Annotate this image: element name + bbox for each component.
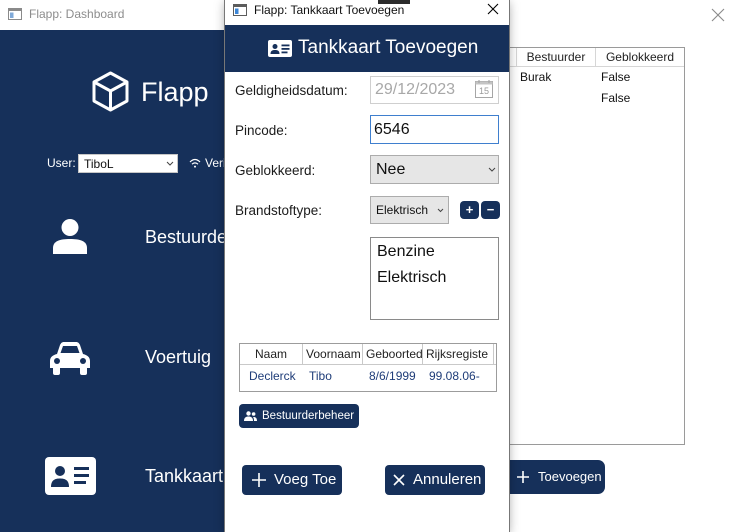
drivers-data-grid[interactable]: Naam Voornaam Geboorted Rijksregiste Dec…	[239, 343, 497, 392]
dialog-heading: Tankkaart Toevoegen	[298, 37, 479, 58]
remove-fuel-type-button[interactable]: −	[481, 201, 500, 219]
tankkaart-data-grid[interactable]: Bestuurder Geblokkeerd Burak False False	[509, 47, 685, 445]
table-cell: Tibo	[309, 369, 332, 383]
dialog-titlebar[interactable]: Flapp: Tankkaart Toevoegen	[225, 0, 509, 22]
voeg-toe-button-label: Voeg Toe	[274, 471, 337, 488]
plus-icon	[517, 471, 529, 483]
grid-header-geblokkeerd[interactable]: Geblokkeerd	[595, 48, 684, 66]
fuel-type-list[interactable]: Benzine Elektrisch	[370, 237, 499, 320]
user-select[interactable]: TiboL	[78, 154, 178, 173]
add-card-dialog: Flapp: Tankkaart Toevoegen Tankkaart Toe…	[225, 0, 509, 532]
user-label: User:	[47, 156, 76, 170]
add-fuel-type-button[interactable]: +	[460, 201, 479, 219]
chevron-down-icon	[437, 208, 444, 213]
manage-drivers-button-label: Bestuurderbeheer	[262, 410, 355, 422]
blocked-select[interactable]: Nee	[370, 155, 499, 184]
calendar-icon[interactable]: 15	[474, 79, 494, 99]
table-cell: Declerck	[249, 369, 296, 383]
app-window-icon	[8, 8, 22, 20]
pincode-label: Pincode:	[235, 123, 288, 138]
grid-header-row: Bestuurder Geblokkeerd	[510, 48, 684, 67]
top-edge-strip	[378, 0, 410, 4]
table-cell: False	[601, 70, 631, 84]
grid-header-naam[interactable]: Naam	[240, 344, 303, 364]
dashboard-window-title: Flapp: Dashboard	[29, 7, 125, 21]
brand-name: Flapp	[141, 77, 209, 107]
user-select-value: TiboL	[84, 157, 114, 171]
table-cell: 99.08.06-	[429, 369, 480, 383]
grid-header-rijksregisternummer[interactable]: Rijksregiste	[423, 344, 494, 364]
annuleren-button[interactable]: Annuleren	[385, 465, 485, 495]
close-icon[interactable]	[711, 8, 725, 22]
list-item[interactable]: Benzine	[371, 239, 498, 265]
pincode-input[interactable]	[370, 115, 499, 144]
plus-icon	[252, 473, 266, 487]
table-cell: False	[601, 91, 631, 105]
grid-header-bestuurder[interactable]: Bestuurder	[516, 48, 595, 66]
fuel-type-label: Brandstoftype:	[235, 203, 323, 218]
blocked-select-value: Nee	[376, 161, 406, 178]
sidebar-item-label: Voertuig	[145, 347, 212, 367]
calendar-day: 15	[478, 86, 489, 96]
grid-header-geboortedatum[interactable]: Geboorted	[363, 344, 423, 364]
table-row[interactable]: Declerck Tibo 8/6/1999 99.08.06-	[240, 365, 496, 387]
app-window-icon	[233, 4, 247, 16]
table-row[interactable]: False	[510, 88, 684, 109]
cube-logo-icon	[92, 71, 129, 112]
fuel-type-select[interactable]: Elektrisch	[370, 196, 449, 224]
list-item[interactable]: Elektrisch	[371, 265, 498, 291]
table-cell: 8/6/1999	[369, 369, 416, 383]
car-icon	[50, 341, 90, 375]
dialog-window-title: Flapp: Tankkaart Toevoegen	[254, 3, 405, 17]
chevron-down-icon	[166, 161, 174, 166]
id-card-icon	[268, 40, 292, 57]
validity-date-picker[interactable]: 29/12/2023 15	[370, 76, 499, 104]
table-row[interactable]: Burak False	[510, 67, 684, 88]
grid-header-voornaam[interactable]: Voornaam	[303, 344, 363, 364]
close-icon[interactable]	[487, 3, 499, 15]
fuel-type-select-value: Elektrisch	[376, 203, 429, 217]
toevoegen-button-label: Toevoegen	[538, 469, 602, 484]
sidebar-item-label: Tankkaart	[145, 466, 224, 486]
table-cell: Burak	[520, 70, 552, 84]
date-label: Geldigheidsdatum:	[235, 83, 348, 98]
blocked-label: Geblokkeerd:	[235, 163, 316, 178]
table-cell	[516, 88, 595, 109]
sidebar-item-label: Bestuurde	[145, 227, 228, 247]
person-icon	[53, 219, 87, 254]
dialog-header: Tankkaart Toevoegen	[225, 25, 509, 72]
connection-status-text: Veri	[205, 156, 226, 170]
chevron-down-icon	[488, 167, 496, 172]
connection-icon	[189, 158, 201, 168]
close-icon	[393, 474, 405, 486]
manage-drivers-button[interactable]: Bestuurderbeheer	[239, 404, 359, 428]
id-card-icon	[45, 457, 96, 495]
grid-header-row: Naam Voornaam Geboorted Rijksregiste	[240, 344, 496, 365]
annuleren-button-label: Annuleren	[413, 471, 482, 488]
users-icon	[244, 411, 257, 421]
voeg-toe-button[interactable]: Voeg Toe	[242, 465, 342, 495]
validity-date-value: 29/12/2023	[375, 81, 456, 98]
